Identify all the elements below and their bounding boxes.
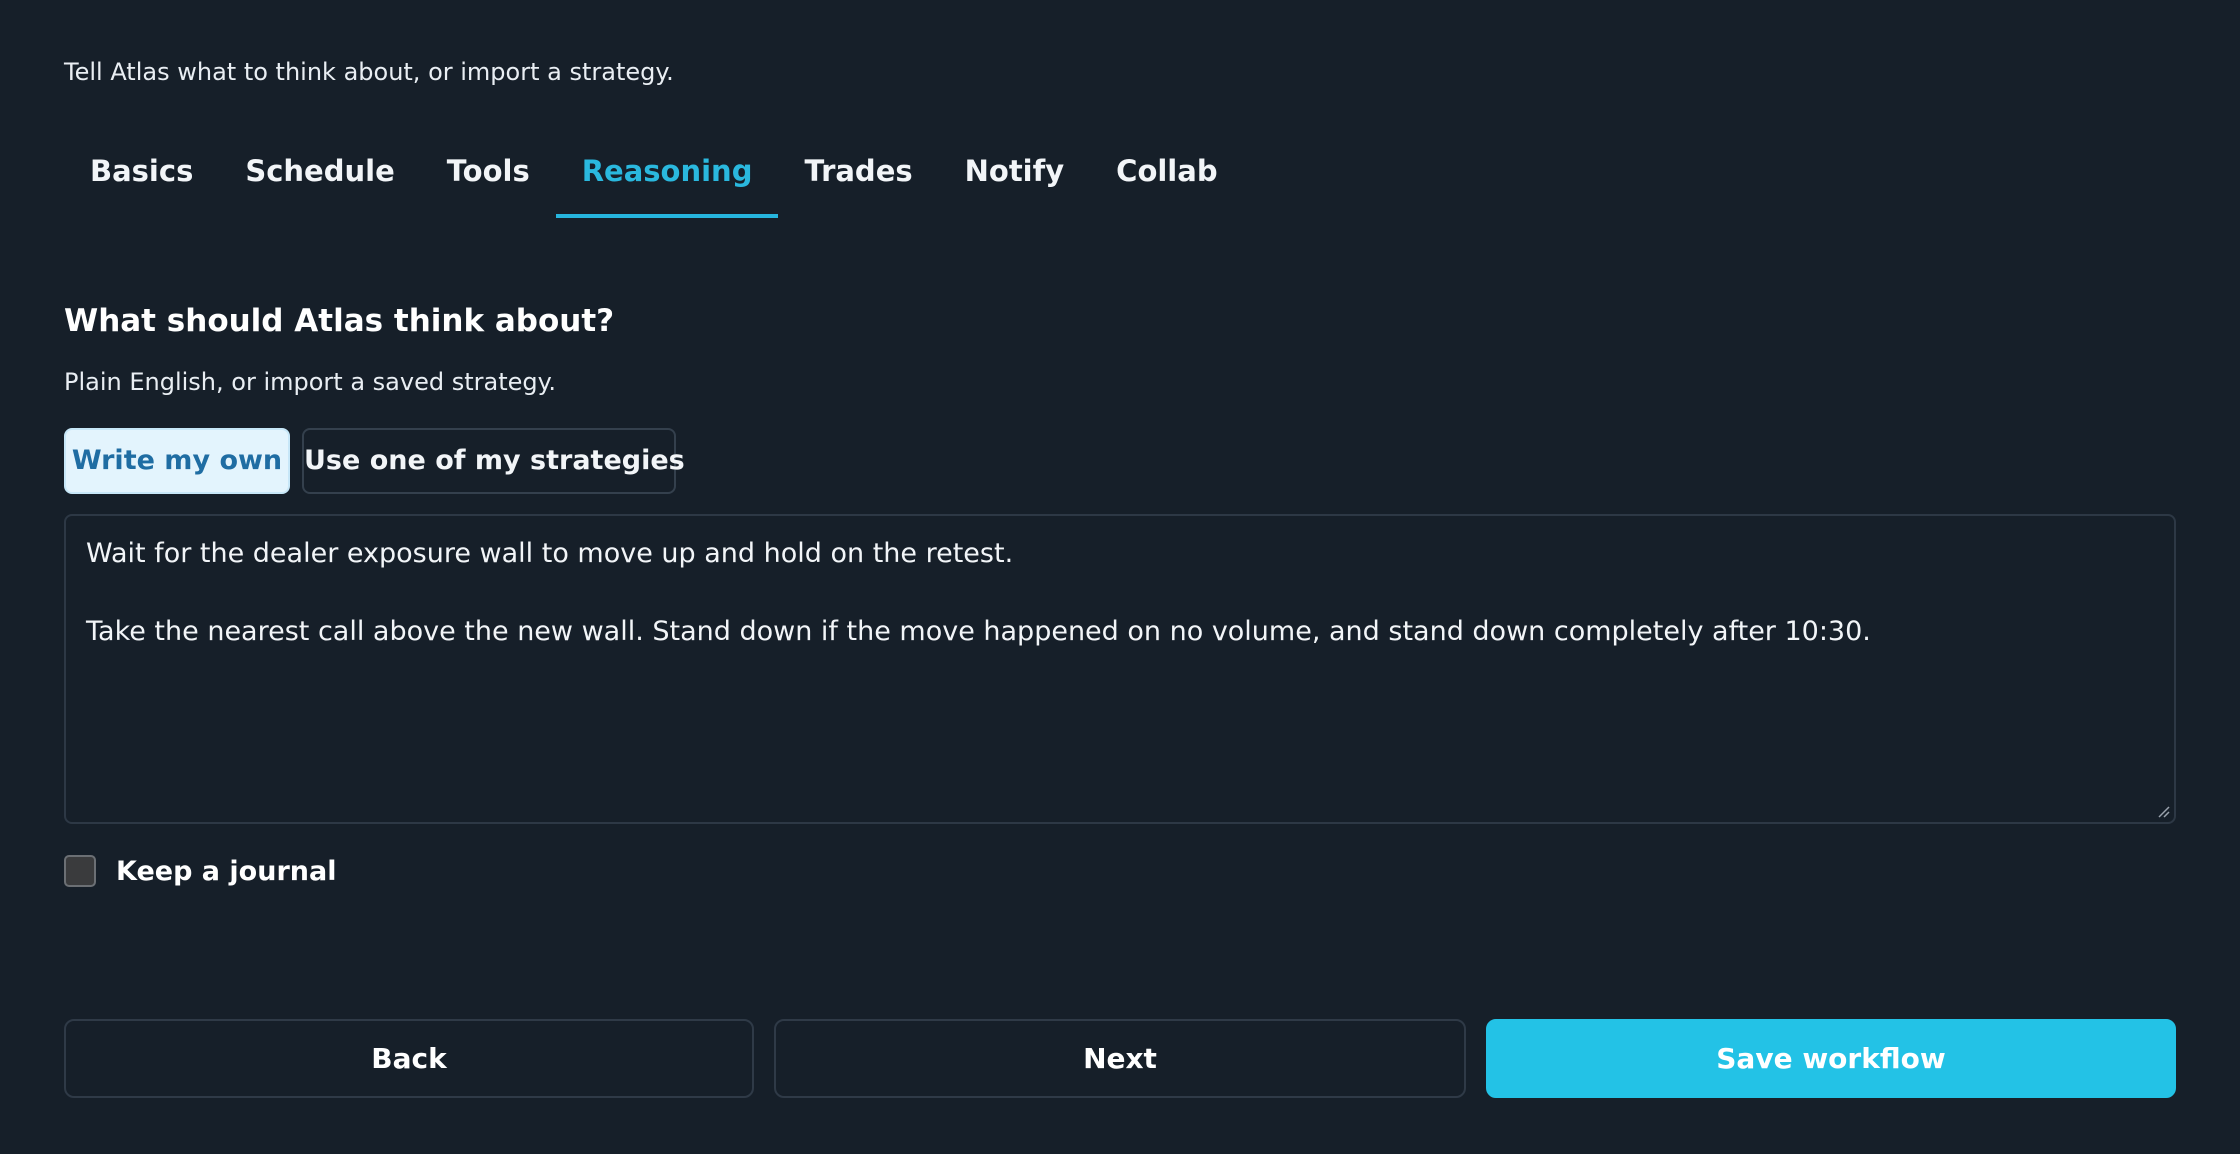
workflow-editor: Tell Atlas what to think about, or impor… <box>0 0 2240 1154</box>
tab-notify[interactable]: Notify <box>939 140 1091 218</box>
save-workflow-button[interactable]: Save workflow <box>1486 1019 2176 1098</box>
tab-bar: Basics Schedule Tools Reasoning Trades N… <box>64 140 1244 218</box>
page-subtitle: Tell Atlas what to think about, or impor… <box>64 58 674 86</box>
reasoning-prompt-textarea[interactable]: Wait for the dealer exposure wall to mov… <box>64 514 2176 824</box>
tab-tools[interactable]: Tools <box>421 140 556 218</box>
tab-schedule[interactable]: Schedule <box>219 140 420 218</box>
tab-collab[interactable]: Collab <box>1090 140 1243 218</box>
journal-label: Keep a journal <box>116 855 337 887</box>
back-button[interactable]: Back <box>64 1019 754 1098</box>
prompt-line-2: Take the nearest call above the new wall… <box>86 616 1871 647</box>
resize-handle-icon[interactable] <box>2156 804 2170 818</box>
section-description: Plain English, or import a saved strateg… <box>64 368 557 396</box>
section-title: What should Atlas think about? <box>64 303 615 339</box>
tab-reasoning[interactable]: Reasoning <box>555 140 779 218</box>
tab-trades[interactable]: Trades <box>778 140 938 218</box>
use-strategy-button[interactable]: Use one of my strategies <box>302 428 685 494</box>
keep-journal-toggle[interactable]: Keep a journal <box>64 855 336 887</box>
next-button[interactable]: Next <box>774 1019 1466 1098</box>
prompt-line-blank <box>86 573 2154 612</box>
tab-basics[interactable]: Basics <box>64 140 219 218</box>
journal-checkbox[interactable] <box>64 855 96 887</box>
prompt-line-1: Wait for the dealer exposure wall to mov… <box>86 538 1014 569</box>
write-my-own-button[interactable]: Write my own <box>64 428 290 494</box>
